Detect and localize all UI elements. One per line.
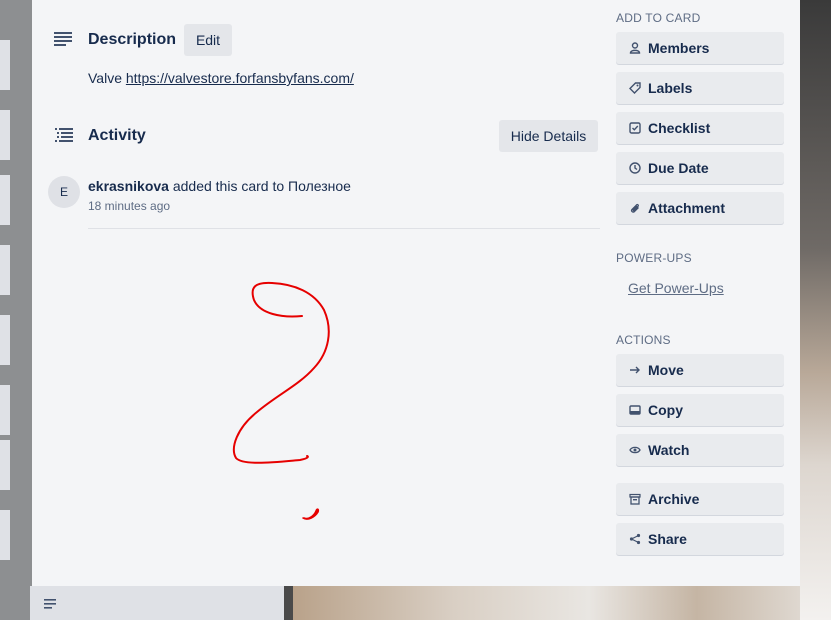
description-link[interactable]: https://valvestore.forfansbyfans.com/ [126,70,354,86]
activity-user[interactable]: ekrasnikova [88,178,169,194]
copy-label: Copy [648,402,683,418]
activity-title: Activity [88,127,146,144]
copy-icon [628,403,642,417]
tag-icon [628,81,642,95]
archive-label: Archive [648,491,700,507]
add-to-card-heading: ADD TO CARD [616,11,701,25]
arrow-right-icon [628,363,642,377]
person-icon [628,41,642,55]
activity-entry: ekrasnikova added this card to Полезное [88,178,351,194]
move-label: Move [648,362,684,378]
list-lines-icon [44,596,56,614]
share-button[interactable]: Share [616,523,784,555]
paperclip-icon [628,201,642,215]
copy-button[interactable]: Copy [616,394,784,426]
labels-button[interactable]: Labels [616,72,784,104]
actions-heading: ACTIONS [616,333,671,347]
move-button[interactable]: Move [616,354,784,386]
get-power-ups-link[interactable]: Get Power-Ups [628,280,724,296]
board-list-bottom [30,586,284,620]
board-photo-right [800,0,831,620]
archive-icon [628,492,642,506]
share-icon [628,532,642,546]
edit-description-button[interactable]: Edit [184,24,232,56]
activity-icon [55,128,73,147]
activity-timestamp[interactable]: 18 minutes ago [88,199,170,213]
description-title: Description [88,31,177,48]
description-icon [54,32,72,51]
card-detail-modal: Description Edit Valve https://valvestor… [32,0,800,586]
watch-button[interactable]: Watch [616,434,784,466]
members-label: Members [648,40,710,56]
description-text: Valve https://valvestore.forfansbyfans.c… [88,70,354,86]
share-label: Share [648,531,687,547]
activity-action: added this card to Полезное [168,178,351,194]
archive-button[interactable]: Archive [616,483,784,515]
description-prefix: Valve [88,70,126,86]
board-photo-bottom [293,586,831,620]
avatar[interactable]: E [48,176,80,208]
board-left-edge [0,0,32,620]
activity-divider [88,228,600,229]
checklist-label: Checklist [648,120,711,136]
members-button[interactable]: Members [616,32,784,64]
clock-icon [628,161,642,175]
power-ups-heading: POWER-UPS [616,251,692,265]
checkbox-icon [628,121,642,135]
attachment-label: Attachment [648,200,726,216]
labels-label: Labels [648,80,693,96]
checklist-button[interactable]: Checklist [616,112,784,144]
due-date-button[interactable]: Due Date [616,152,784,184]
eye-icon [628,443,642,457]
attachment-button[interactable]: Attachment [616,192,784,224]
watch-label: Watch [648,442,690,458]
hide-details-button[interactable]: Hide Details [499,120,598,152]
due-date-label: Due Date [648,160,709,176]
